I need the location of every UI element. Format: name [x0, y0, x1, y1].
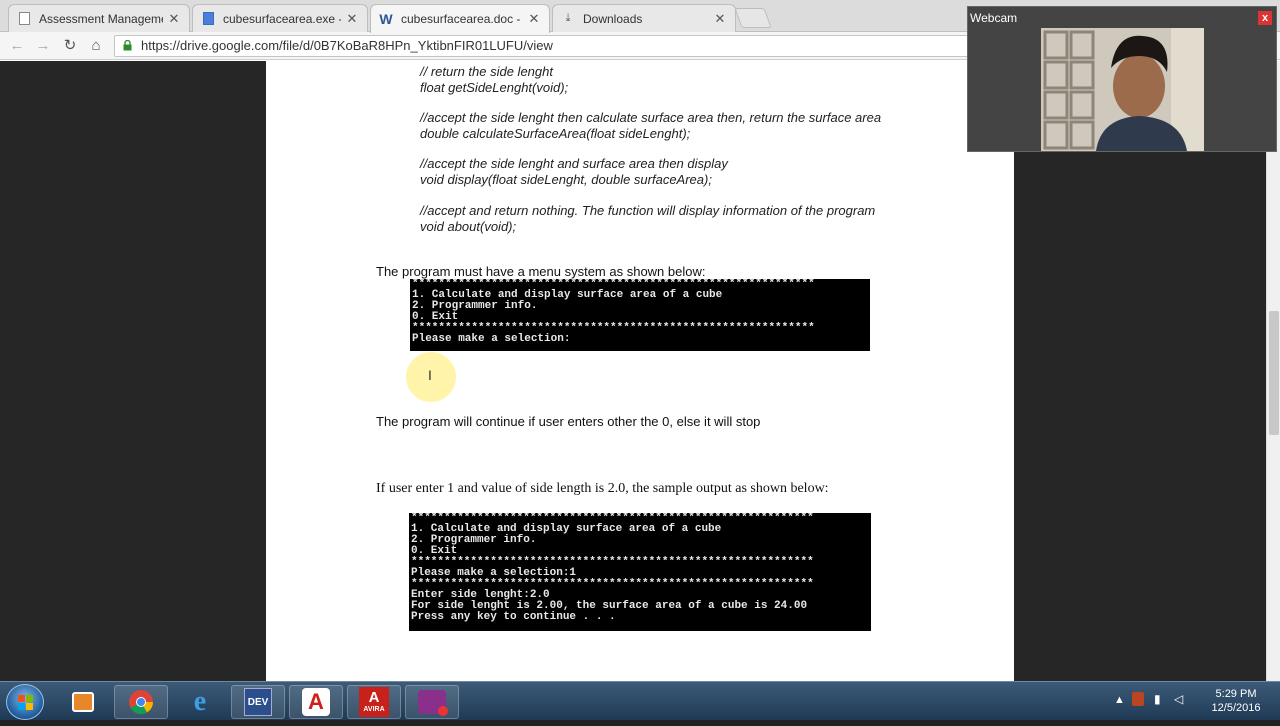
forward-icon[interactable]: → [34, 37, 52, 55]
document-icon [17, 12, 31, 26]
url-text: https://drive.google.com/file/d/0B7KoBaR… [141, 38, 553, 53]
taskbar: e DEV A A AVIRA ▲ ▮ ◁ 5:29 PM 12/5/2016 [0, 681, 1280, 720]
close-icon[interactable]: ✕ [527, 11, 541, 27]
scrollbar[interactable] [1266, 61, 1280, 681]
address-bar[interactable]: https://drive.google.com/file/d/0B7KoBaR… [114, 35, 994, 57]
lock-icon [123, 40, 132, 51]
webcam-feed [1041, 28, 1204, 151]
start-button[interactable] [6, 684, 44, 720]
text-cursor-icon: I [428, 367, 432, 383]
webcam-window[interactable]: Webcam x [967, 6, 1277, 152]
close-icon[interactable]: x [1258, 11, 1272, 25]
code-line: void about(void); [420, 218, 517, 234]
chrome-button[interactable] [114, 685, 168, 719]
avira-antivirus-button[interactable]: A AVIRA [347, 685, 401, 719]
dev-cpp-icon: DEV [244, 688, 272, 716]
download-icon: ⤓ [565, 12, 571, 24]
new-tab-button[interactable] [734, 8, 772, 28]
network-icon[interactable]: ▮ [1154, 692, 1161, 706]
code-block: //accept the side lenght then calculate … [420, 110, 881, 141]
close-icon[interactable]: ✕ [345, 11, 359, 27]
code-comment: // return the side lenght [420, 64, 553, 79]
media-player-icon [72, 692, 94, 712]
tab-downloads[interactable]: ⤓ Downloads ✕ [552, 4, 736, 32]
viewer-area: // return the side lenght float getSideL… [0, 61, 1280, 681]
close-icon[interactable]: ✕ [713, 11, 727, 27]
tab-label: Assessment Managemen [39, 11, 163, 26]
code-comment: //accept the side lenght then calculate … [420, 110, 882, 125]
dev-cpp-button[interactable]: DEV [231, 685, 285, 719]
code-line: double calculateSurfaceArea(float sideLe… [420, 125, 691, 141]
internet-explorer-icon: e [193, 686, 207, 717]
clock-time: 5:29 PM [1215, 688, 1257, 700]
menu-intro-text: The program must have a menu system as s… [376, 264, 706, 279]
tab-label: cubesurfacearea.doc - G [401, 12, 523, 26]
show-hidden-icons[interactable]: ▲ [1114, 694, 1125, 706]
tab-cubesurfacearea-doc[interactable]: W cubesurfacearea.doc - G ✕ [370, 4, 550, 33]
avira-button[interactable]: A [289, 685, 343, 719]
windows-logo-icon [18, 695, 33, 710]
browser-window: Assessment Managemen ✕ cubesurfacearea.e… [0, 0, 1280, 720]
clock[interactable]: 5:29 PM 12/5/2016 [1206, 687, 1266, 715]
code-line: float getSideLenght(void); [420, 79, 569, 95]
document-page: // return the side lenght float getSideL… [266, 61, 1014, 681]
continue-text: The program will continue if user enters… [376, 414, 761, 429]
system-tray: ▲ ▮ ◁ 5:29 PM 12/5/2016 [1110, 682, 1280, 721]
code-comment: //accept and return nothing. The functio… [420, 203, 876, 218]
avira-antivirus-icon: A AVIRA [359, 687, 389, 717]
avira-icon: A [302, 688, 330, 716]
code-line: void display(float sideLenght, double su… [420, 171, 712, 187]
avira-tray-icon[interactable] [1132, 692, 1144, 706]
clock-date: 12/5/2016 [1211, 702, 1261, 714]
tab-label: Downloads [583, 11, 643, 26]
internet-explorer-button[interactable]: e [173, 685, 227, 719]
tab-label: cubesurfacearea.exe - G [223, 11, 341, 26]
tab-assessment[interactable]: Assessment Managemen ✕ [8, 4, 190, 32]
console-screenshot-menu: ****************************************… [410, 279, 870, 351]
chrome-icon [129, 690, 153, 715]
webcam-title: Webcam [970, 11, 1018, 25]
avira-label: AVIRA [363, 706, 385, 713]
code-block: // return the side lenght float getSideL… [420, 64, 568, 95]
back-icon[interactable]: ← [8, 37, 26, 55]
home-icon[interactable]: ⌂ [87, 37, 105, 55]
code-block: //accept and return nothing. The functio… [420, 203, 875, 234]
scrollbar-thumb[interactable] [1269, 311, 1279, 435]
code-block: //accept the side lenght and surface are… [420, 156, 728, 187]
sample-intro-text: If user enter 1 and value of side length… [376, 481, 829, 496]
webcam-app-icon [418, 690, 448, 716]
webcam-app-button[interactable] [405, 685, 459, 719]
media-player-button[interactable] [56, 685, 110, 719]
word-icon: W [379, 11, 393, 27]
reload-icon[interactable]: ↻ [61, 37, 79, 55]
document-icon [201, 12, 215, 26]
volume-icon[interactable]: ◁ [1174, 692, 1183, 706]
close-icon[interactable]: ✕ [167, 11, 181, 27]
console-screenshot-sample: ****************************************… [409, 513, 871, 631]
code-comment: //accept the side lenght and surface are… [420, 156, 728, 171]
tab-cubesurfacearea-exe[interactable]: cubesurfacearea.exe - G ✕ [192, 4, 368, 32]
